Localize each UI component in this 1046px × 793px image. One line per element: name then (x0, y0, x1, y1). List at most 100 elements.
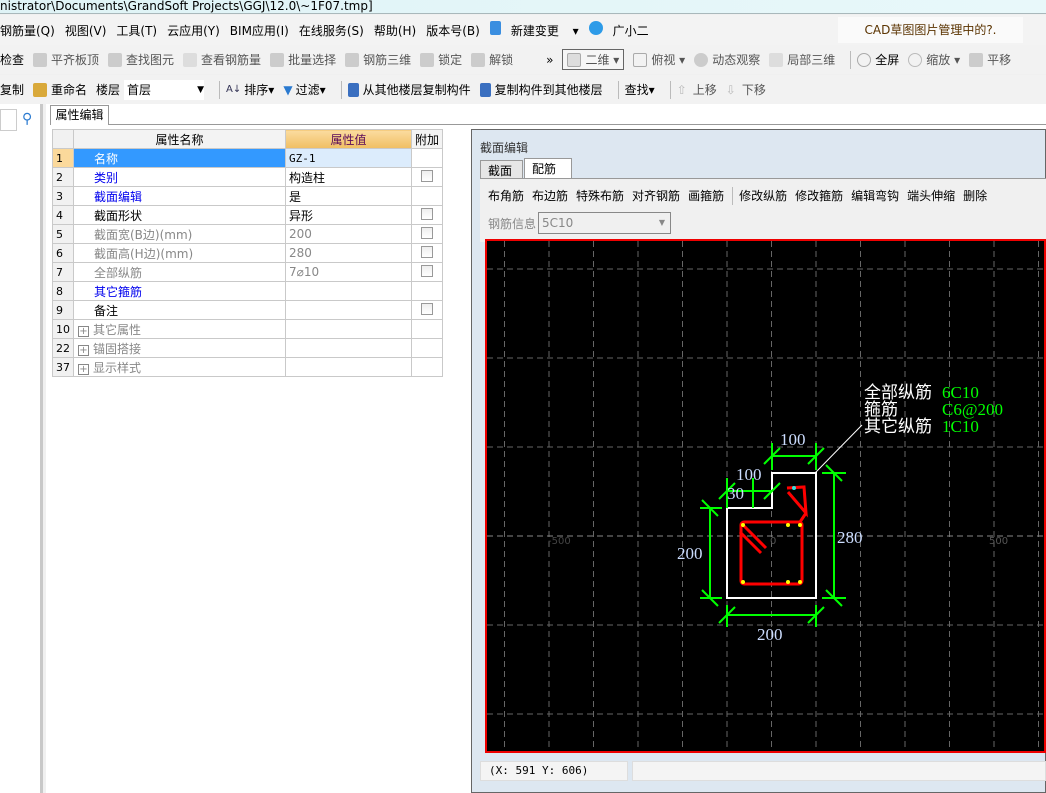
copy-from-floor-button[interactable]: 从其他楼层复制构件 (347, 81, 471, 98)
property-value[interactable]: 280 (285, 243, 412, 263)
orbit-button[interactable]: 动态观察 (694, 51, 760, 68)
menu-view[interactable]: 视图(V) (65, 22, 107, 39)
menu-cloud[interactable]: 云应用(Y) (167, 22, 220, 39)
filter-button[interactable]: ▼ 过滤 ▾ (283, 81, 325, 98)
table-row[interactable]: 3 截面编辑是 (52, 186, 444, 206)
view-mode-select[interactable]: 二维 ▾ (562, 49, 625, 70)
overflow-chevron-icon[interactable]: » (546, 53, 553, 67)
extra-cell[interactable] (410, 167, 444, 187)
tool-button[interactable]: 删除 (963, 187, 987, 205)
new-change-button[interactable]: 新建变更 ▾ (489, 21, 579, 39)
property-value[interactable] (285, 319, 412, 339)
copy-to-floor-button[interactable]: 复制构件到其他楼层 (479, 81, 603, 98)
extra-cell[interactable] (410, 205, 444, 225)
view-rebar-qty-button[interactable]: 查看钢筋量 (183, 51, 261, 68)
table-row[interactable]: 10 + 其它属性 (52, 319, 444, 339)
extra-cell[interactable] (410, 224, 444, 244)
rebar-3d-button[interactable]: 钢筋三维 (345, 51, 411, 68)
cad-notice[interactable]: CAD草图图片管理中的?. (838, 17, 1023, 43)
zoom-button[interactable]: 缩放 ▾ (908, 51, 960, 68)
local-3d-button[interactable]: 局部三维 (769, 51, 835, 68)
tool-button[interactable]: 编辑弯钩 (851, 187, 899, 205)
table-row[interactable]: 4 截面形状 异形 (52, 205, 444, 225)
batch-select-button[interactable]: 批量选择 (270, 51, 336, 68)
table-row[interactable]: 1 名称 GZ-1 (52, 148, 444, 168)
rename-icon (33, 82, 48, 97)
tool-button[interactable]: 对齐钢筋 (632, 187, 680, 205)
extra-checkbox[interactable] (421, 207, 433, 220)
tab-section[interactable]: 截面 (480, 160, 523, 178)
rebar-info-select[interactable]: 5C10 ▼ (538, 212, 672, 234)
table-row[interactable]: 5 截面宽(B边)(mm) 200 (52, 224, 444, 244)
assistant-button[interactable]: 广小二 (588, 21, 659, 39)
tool-button[interactable]: 布边筋 (532, 187, 568, 205)
pan-button[interactable]: 平移 (969, 51, 1011, 68)
tab-property-edit[interactable]: 属性编辑 (50, 105, 109, 125)
extra-cell[interactable] (410, 300, 444, 320)
property-value[interactable]: 是 (285, 186, 412, 206)
row-number: 9 (52, 300, 74, 320)
property-value[interactable]: 7⌀10 (285, 262, 412, 282)
table-row[interactable]: 22 + 锚固搭接 (52, 338, 444, 358)
table-row[interactable]: 2 类别 构造柱 (52, 167, 444, 187)
tab-reinforcement[interactable]: 配筋 (524, 158, 572, 179)
table-row[interactable]: 7 全部纵筋 7⌀10 (52, 262, 444, 282)
expand-icon[interactable]: + (78, 325, 89, 337)
menu-online[interactable]: 在线服务(S) (299, 22, 364, 39)
drawing-canvas[interactable]: -500 0 500 100 100 30 200 280 200 全部纵筋 6… (485, 239, 1046, 753)
tool-button[interactable]: 端头伸缩 (907, 187, 955, 205)
move-down-button[interactable]: ⇩ 下移 (726, 81, 766, 98)
top-view-button[interactable]: 俯视 ▾ (633, 51, 685, 68)
table-row[interactable]: 9 备注 (52, 300, 444, 320)
property-name: 其它箍筋 (73, 281, 286, 301)
sort-button[interactable]: A↓ 排序 ▾ (226, 81, 274, 98)
align-icon (33, 52, 48, 67)
search-icon[interactable]: ⚲ (22, 111, 32, 127)
find-element-button[interactable]: 查找图元 (108, 51, 174, 68)
tool-button[interactable]: 修改箍筋 (795, 187, 843, 205)
unlock-button[interactable]: 解锁 (471, 51, 513, 68)
search-input[interactable] (0, 109, 17, 131)
property-value[interactable] (285, 300, 412, 320)
tool-button[interactable]: 特殊布筋 (576, 187, 624, 205)
table-row[interactable]: 8 其它箍筋 (52, 281, 444, 301)
property-value[interactable]: GZ-1 (285, 148, 412, 168)
fullscreen-button[interactable]: 全屏 (857, 51, 899, 68)
menu-rebar[interactable]: 钢筋量(Q) (0, 22, 55, 39)
expand-icon[interactable]: + (78, 344, 89, 356)
property-value[interactable]: 异形 (285, 205, 412, 225)
extra-cell[interactable] (410, 262, 444, 282)
align-slab-top-button[interactable]: 平齐板顶 (33, 51, 99, 68)
tool-button[interactable]: 修改纵筋 (739, 187, 787, 205)
tool-button[interactable]: 画箍筋 (688, 187, 724, 205)
extra-checkbox[interactable] (421, 226, 433, 239)
extra-checkbox[interactable] (421, 169, 433, 182)
menu-tools[interactable]: 工具(T) (116, 22, 157, 39)
find-button[interactable]: 查找 ▾ (625, 81, 655, 98)
move-up-button[interactable]: ⇧ 上移 (677, 81, 717, 98)
floor-select[interactable]: 首层 ▼ (124, 79, 205, 100)
extra-checkbox[interactable] (421, 302, 433, 315)
table-row[interactable]: 6 截面高(H边)(mm) 280 (52, 243, 444, 263)
property-value[interactable] (285, 338, 412, 358)
property-value[interactable] (285, 281, 412, 301)
menu-bim[interactable]: BIM应用(I) (230, 22, 289, 39)
property-value[interactable]: 构造柱 (285, 167, 412, 187)
extra-checkbox[interactable] (421, 245, 433, 258)
lock-button[interactable]: 锁定 (420, 51, 462, 68)
extra-cell[interactable] (410, 243, 444, 263)
copy-button[interactable]: 复制 (0, 81, 24, 98)
menu-help[interactable]: 帮助(H) (374, 22, 416, 39)
property-value[interactable] (285, 357, 412, 377)
property-value[interactable]: 200 (285, 224, 412, 244)
rename-button[interactable]: 重命名 (33, 81, 87, 98)
tool-button[interactable]: 布角筋 (488, 187, 524, 205)
menu-version[interactable]: 版本号(B) (426, 22, 480, 39)
property-name: 截面高(H边)(mm) (73, 243, 286, 263)
check-button[interactable]: 检查 (0, 51, 24, 68)
batch-icon (270, 52, 285, 67)
table-row[interactable]: 37 + 显示样式 (52, 357, 444, 377)
extra-checkbox[interactable] (421, 264, 433, 277)
header-name: 属性名称 (73, 129, 286, 149)
expand-icon[interactable]: + (78, 363, 89, 375)
